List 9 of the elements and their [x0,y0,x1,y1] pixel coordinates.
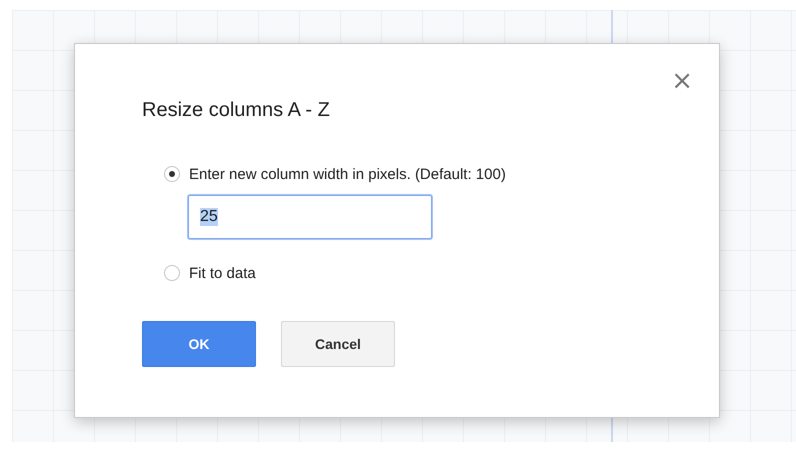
option-label: Enter new column width in pixels. (Default: 100) [189,166,506,182]
radio-button[interactable] [164,166,180,182]
ok-button[interactable]: OK [142,321,256,367]
radio-button[interactable] [164,265,180,281]
dialog-title: Resize columns A - Z [142,99,330,122]
width-input-field[interactable]: 25 [188,195,432,239]
option-label: Fit to data [189,264,256,282]
cancel-button[interactable]: Cancel [281,321,395,367]
close-button[interactable]: × [671,68,693,94]
